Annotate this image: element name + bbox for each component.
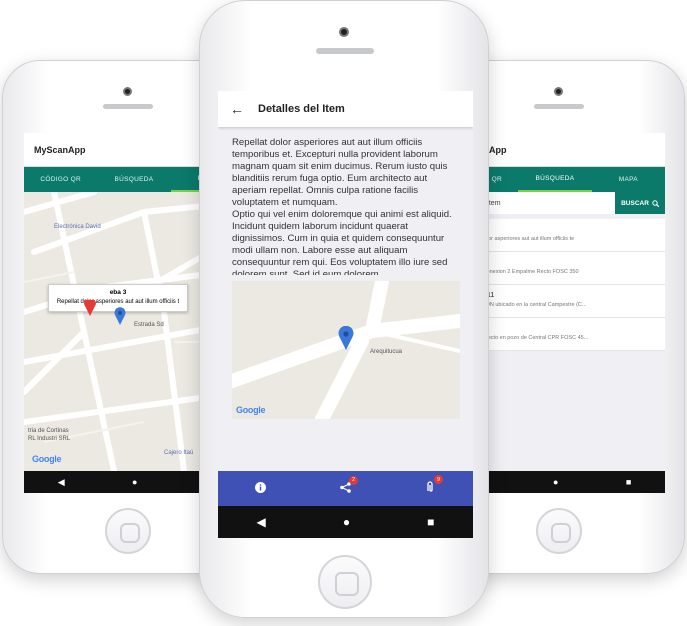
item-description: Repellat dolor asperiores aut aut illum … xyxy=(232,137,452,275)
page-title: Detalles del Item xyxy=(258,103,345,115)
red-marker-icon[interactable] xyxy=(84,300,96,316)
mockup-stage: MyScanApp CÓDIGO QR BÚSQUEDA MAPA xyxy=(0,0,687,626)
street-label: Arequitucua xyxy=(370,349,403,355)
center-screen: ← Detalles del Item Repellat dolor asper… xyxy=(218,91,473,538)
info-icon[interactable] xyxy=(255,481,266,496)
blue-marker-icon[interactable] xyxy=(114,307,126,325)
home-button xyxy=(536,508,582,554)
item-code: 00.I201B11 xyxy=(459,285,665,299)
info-window-title: eba 3 xyxy=(109,289,127,296)
attachment-badge: 9 xyxy=(434,475,443,484)
recents-nav-icon[interactable]: ■ xyxy=(626,477,631,487)
home-nav-icon[interactable]: ● xyxy=(553,477,558,487)
center-phone: ← Detalles del Item Repellat dolor asper… xyxy=(199,0,489,618)
item-map[interactable]: Arequitucua Google xyxy=(232,281,460,419)
item-desc: Equipo GPON ubicado en la central Campes… xyxy=(459,302,587,308)
speaker xyxy=(103,104,153,109)
search-button[interactable]: BUSCAR xyxy=(615,192,665,214)
map-label-cortinas: tria de Cortinas xyxy=(28,428,69,434)
home-nav-icon[interactable]: ● xyxy=(343,515,350,529)
item-desc: Repellat dolor asperiores aut aut illum … xyxy=(459,236,575,242)
camera-icon xyxy=(123,87,132,96)
location-pin-icon[interactable] xyxy=(338,326,354,350)
detail-title-bar: ← Detalles del Item xyxy=(218,91,473,127)
google-logo: Google xyxy=(236,405,266,415)
home-button xyxy=(105,508,151,554)
tab-codigo-qr[interactable]: CÓDIGO QR xyxy=(24,167,97,192)
item-desc: Punto de Conexion 2 Empalme Recto FOSC 3… xyxy=(459,269,579,275)
back-nav-icon[interactable]: ◀ xyxy=(58,477,65,488)
back-nav-icon[interactable]: ◀ xyxy=(257,515,266,529)
tab-mapa[interactable]: MAPA xyxy=(592,167,665,192)
speaker xyxy=(316,48,374,54)
home-button xyxy=(318,555,372,609)
map-label-industri: RL Industri SRL xyxy=(28,436,71,442)
attachment-icon[interactable]: 9 xyxy=(425,475,443,496)
item-code: ER2 xyxy=(459,219,665,233)
tab-busqueda[interactable]: BÚSQUEDA xyxy=(518,167,592,192)
speaker xyxy=(534,104,584,109)
arrow-back-icon[interactable]: ← xyxy=(230,101,244,117)
share-badge: 2 xyxy=(349,475,358,485)
map-label-cajero: Cajero Itaú xyxy=(164,450,194,456)
share-icon[interactable]: 2 xyxy=(340,475,358,496)
tab-busqueda[interactable]: BÚSQUEDA xyxy=(97,167,170,192)
item-desc: Empalme Recto en pozo de Central CPR FOS… xyxy=(459,335,589,341)
map-streets xyxy=(232,281,460,419)
recents-nav-icon[interactable]: ■ xyxy=(427,515,434,529)
info-window-text: Repellat dolor asperiores aut aut illum … xyxy=(56,299,180,305)
item-code: ER2 xyxy=(459,252,665,266)
search-icon xyxy=(652,199,659,207)
camera-icon xyxy=(339,27,349,37)
camera-icon xyxy=(554,87,563,96)
search-button-label: BUSCAR xyxy=(621,199,649,207)
android-nav-bar: ◀ ● ■ xyxy=(218,506,473,538)
detail-action-bar: 2 9 xyxy=(218,471,473,506)
home-nav-icon[interactable]: ● xyxy=(132,477,137,487)
street-label: Estrada Sd xyxy=(134,322,164,328)
google-logo: Google xyxy=(32,454,62,464)
poi-label: Electrónica David xyxy=(54,224,101,230)
item-code: ER1 xyxy=(459,318,665,332)
